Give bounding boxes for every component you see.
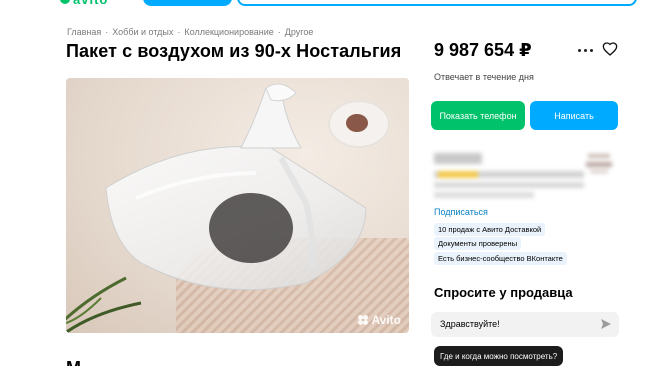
all-categories-button[interactable] (143, 0, 232, 6)
ask-seller-title: Спросите у продавца (434, 285, 573, 300)
show-phone-button[interactable]: Показать телефон (431, 101, 525, 130)
message-input-value: Здравствуйте! (440, 319, 500, 329)
photo-watermark: Avito (358, 313, 401, 327)
heart-icon[interactable] (602, 41, 618, 57)
seller-info-blurred (434, 192, 534, 198)
more-dots-icon[interactable] (576, 45, 594, 55)
breadcrumb-item-collecting[interactable]: Коллекционирование (184, 27, 273, 37)
seller-badge-delivery: 10 продаж с Авито Доставкой (434, 223, 546, 236)
quick-question-button[interactable]: Где и когда можно посмотреть? (434, 346, 564, 366)
seller-info-blurred (434, 182, 584, 188)
description-heading: М (66, 358, 81, 366)
listing-photo[interactable]: Avito (66, 78, 409, 333)
logo-dot (60, 0, 70, 4)
plastic-bag (105, 83, 367, 291)
breadcrumb-separator: · (105, 27, 109, 37)
message-input[interactable]: Здравствуйте! (431, 312, 619, 337)
watermark-logo-icon (358, 315, 369, 325)
subscribe-link[interactable]: Подписаться (434, 207, 488, 217)
seller-badge-documents: Документы проверены (434, 237, 522, 250)
logo-text: avito (73, 0, 108, 7)
write-message-button[interactable]: Написать (530, 101, 618, 130)
price: 9 987 654 ₽ (434, 40, 532, 60)
seller-rating-blurred (434, 171, 584, 178)
response-time: Отвечает в течение дня (434, 72, 534, 82)
breadcrumb-item-hobby[interactable]: Хобби и отдых (112, 27, 173, 37)
seller-name-blurred[interactable] (434, 153, 482, 164)
seller-badge-vk: Есть бизнес-сообщество ВКонтакте (434, 252, 567, 265)
avito-logo[interactable]: avito (60, 0, 132, 7)
breadcrumb-item-home[interactable]: Главная (67, 27, 101, 37)
top-header: avito (0, 0, 656, 8)
breadcrumb-separator: · (177, 27, 181, 37)
send-icon[interactable] (601, 319, 611, 329)
breadcrumb-item-other[interactable]: Другое (285, 27, 314, 37)
watermark-text: Avito (371, 313, 401, 327)
page-title: Пакет с воздухом из 90-х Ностальгия (66, 41, 402, 61)
search-input[interactable] (237, 0, 637, 6)
breadcrumb: Главная · Хобби и отдых · Коллекционирование… (67, 27, 313, 37)
seller-avatar[interactable] (584, 152, 614, 178)
breadcrumb-separator: · (277, 27, 281, 37)
